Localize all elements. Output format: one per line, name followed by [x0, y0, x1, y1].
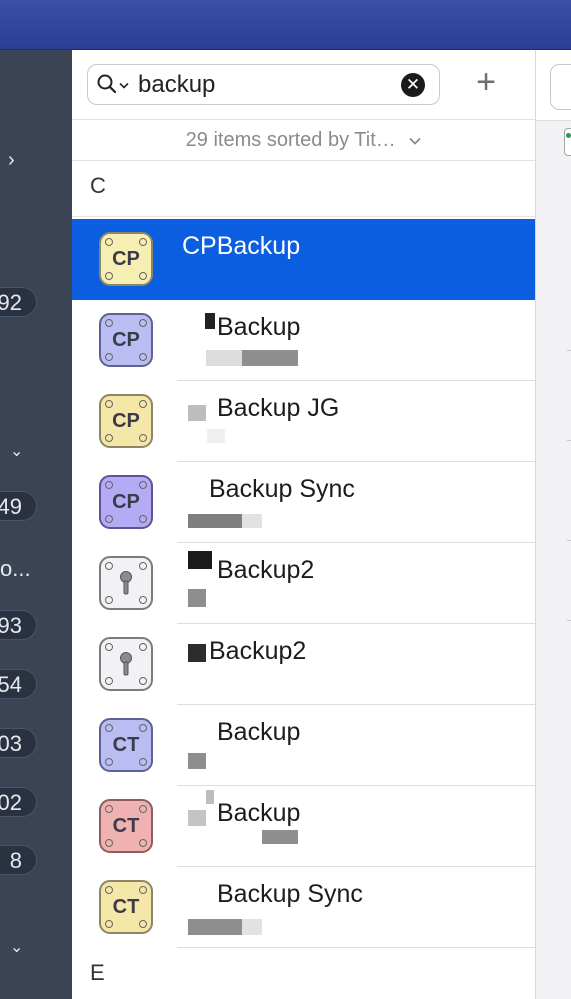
item-title: Backup: [217, 799, 301, 827]
chevron-down-icon[interactable]: [119, 82, 129, 90]
item-title: Backup2: [209, 637, 307, 665]
item-icon: [99, 556, 153, 610]
search-input[interactable]: [138, 69, 388, 100]
sidebar: › 92 ⌄ 49 o... 93 54 03 02 8 ⌄: [0, 50, 72, 999]
redaction-block: [188, 405, 206, 421]
sidebar-count-badge: 02: [0, 787, 37, 817]
divider: [567, 440, 571, 441]
list-item[interactable]: CP Backup JG: [72, 381, 535, 462]
item-icon: CP: [99, 394, 153, 448]
sort-label: 29 items sorted by Tit…: [185, 129, 396, 151]
redaction-block: [207, 429, 225, 443]
list-item[interactable]: CT Backup: [72, 786, 535, 867]
redaction-block: [242, 350, 298, 366]
sidebar-count-badge: 8: [0, 845, 37, 875]
sort-selector[interactable]: 29 items sorted by Tit…: [72, 119, 535, 161]
item-icon: CT: [99, 799, 153, 853]
list-item[interactable]: CT Backup Sync: [72, 867, 535, 948]
list-item[interactable]: CP Backup: [72, 300, 535, 381]
section-letter: E: [90, 960, 105, 985]
list-item[interactable]: CT Backup: [72, 705, 535, 786]
redaction-block: [188, 589, 206, 607]
item-title: CPBackup: [182, 232, 301, 260]
divider: [567, 620, 571, 621]
chevron-down-icon: [409, 137, 421, 145]
detail-header: [536, 50, 571, 121]
redaction-block: [188, 753, 206, 769]
chevron-down-icon[interactable]: ⌄: [10, 938, 23, 958]
item-icon: CT: [99, 880, 153, 934]
keyhole-icon: [120, 571, 132, 595]
redaction-block: [206, 790, 214, 804]
status-icon: [564, 128, 571, 156]
list-item[interactable]: Backup2: [72, 624, 535, 705]
redaction-block: [188, 514, 242, 528]
redaction-block: [262, 830, 298, 844]
item-title: Backup: [217, 313, 301, 341]
list-item[interactable]: CP Backup Sync: [72, 462, 535, 543]
detail-field[interactable]: [550, 64, 571, 110]
item-list: ✕ + 29 items sorted by Tit… C CP CPBacku…: [72, 50, 535, 999]
redaction-block: [242, 514, 262, 528]
window-titlebar: [0, 0, 571, 50]
redaction-block: [242, 919, 262, 935]
item-title: Backup JG: [217, 394, 340, 422]
detail-pane: [535, 50, 571, 999]
item-title: Backup: [217, 718, 301, 746]
sidebar-count-badge: 93: [0, 610, 37, 640]
item-icon: CP: [99, 313, 153, 367]
keyhole-icon: [120, 652, 132, 676]
section-header: C: [72, 161, 535, 217]
section-letter: C: [90, 173, 106, 198]
sidebar-count-badge: 03: [0, 728, 37, 758]
item-title: Backup Sync: [217, 880, 363, 908]
item-icon: [99, 637, 153, 691]
item-title: Backup2: [217, 556, 315, 584]
section-header: E: [72, 948, 535, 999]
item-icon: CP: [99, 232, 153, 286]
sidebar-item-label[interactable]: o...: [0, 556, 31, 582]
redaction-block: [188, 551, 212, 569]
add-item-button[interactable]: +: [469, 65, 503, 99]
divider: [567, 540, 571, 541]
item-icon: CT: [99, 718, 153, 772]
sidebar-count-badge: 54: [0, 669, 37, 699]
chevron-right-icon[interactable]: ›: [8, 150, 15, 170]
list-item[interactable]: Backup2: [72, 543, 535, 624]
search-icon[interactable]: [97, 74, 119, 96]
item-icon: CP: [99, 475, 153, 529]
redaction-block: [205, 313, 215, 329]
divider: [567, 350, 571, 351]
list-item[interactable]: CP CPBackup: [72, 219, 535, 300]
redaction-block: [188, 810, 206, 826]
search-field[interactable]: ✕: [87, 64, 440, 105]
clear-search-icon[interactable]: ✕: [401, 73, 425, 97]
redaction-block: [206, 350, 242, 366]
sidebar-count-badge: 49: [0, 491, 37, 521]
redaction-block: [188, 919, 242, 935]
redaction-block: [188, 644, 206, 662]
chevron-down-icon[interactable]: ⌄: [10, 442, 23, 462]
sidebar-count-badge: 92: [0, 287, 37, 317]
item-title: Backup Sync: [209, 475, 355, 503]
